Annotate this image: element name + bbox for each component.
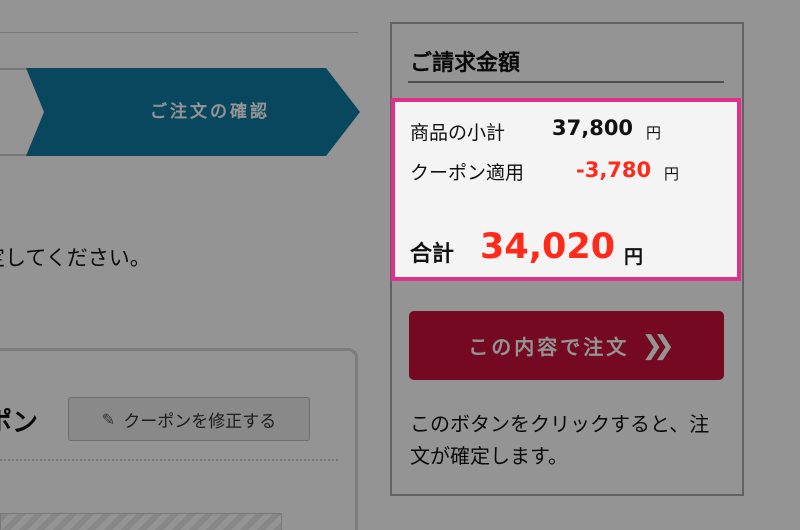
order-help-text: このボタンをクリックすると、注文が確定します。 bbox=[410, 412, 710, 468]
total-unit: 円 bbox=[624, 246, 644, 268]
double-chevron-right-icon: ❯❯ bbox=[641, 330, 674, 361]
place-order-button-label: この内容で注文 bbox=[468, 335, 630, 359]
subtotal-value: 37,800 bbox=[552, 116, 634, 140]
place-order-button[interactable]: この内容で注文 ❯❯ bbox=[409, 311, 724, 380]
total-value: 34,020 bbox=[480, 227, 616, 267]
total-label: 合計 bbox=[410, 242, 455, 267]
header-divider bbox=[0, 32, 358, 33]
billing-summary-divider bbox=[408, 81, 724, 83]
subtotal-label: 商品の小計 bbox=[410, 122, 506, 144]
coupon-discount-value: -3,780 bbox=[576, 158, 652, 182]
instruction-text: 定してください。 bbox=[0, 242, 360, 272]
coupon-card[interactable] bbox=[0, 513, 282, 530]
current-step-arrow: ご注文の確認 bbox=[26, 68, 360, 156]
edit-coupon-button-label: クーポンを修正する bbox=[123, 411, 277, 432]
current-step-label: ご注文の確認 bbox=[150, 102, 270, 122]
billing-summary-title: ご請求金額 bbox=[410, 51, 521, 76]
coupon-section-title: ポン bbox=[0, 402, 60, 439]
subtotal-unit: 円 bbox=[646, 124, 662, 142]
pencil-icon: ✎ bbox=[101, 409, 116, 429]
coupon-section-title-text: ポン bbox=[0, 408, 39, 438]
instruction-text-content: 定してください。 bbox=[0, 246, 151, 270]
order-confirmation-page: ご注文の確認 定してください。 ポン ✎ クーポンを修正する ご請求金額 この内… bbox=[0, 0, 800, 530]
edit-coupon-button[interactable]: ✎ クーポンを修正する bbox=[68, 397, 310, 441]
coupon-discount-unit: 円 bbox=[664, 165, 680, 183]
coupon-discount-label: クーポン適用 bbox=[410, 162, 525, 184]
coupon-divider bbox=[0, 459, 338, 461]
